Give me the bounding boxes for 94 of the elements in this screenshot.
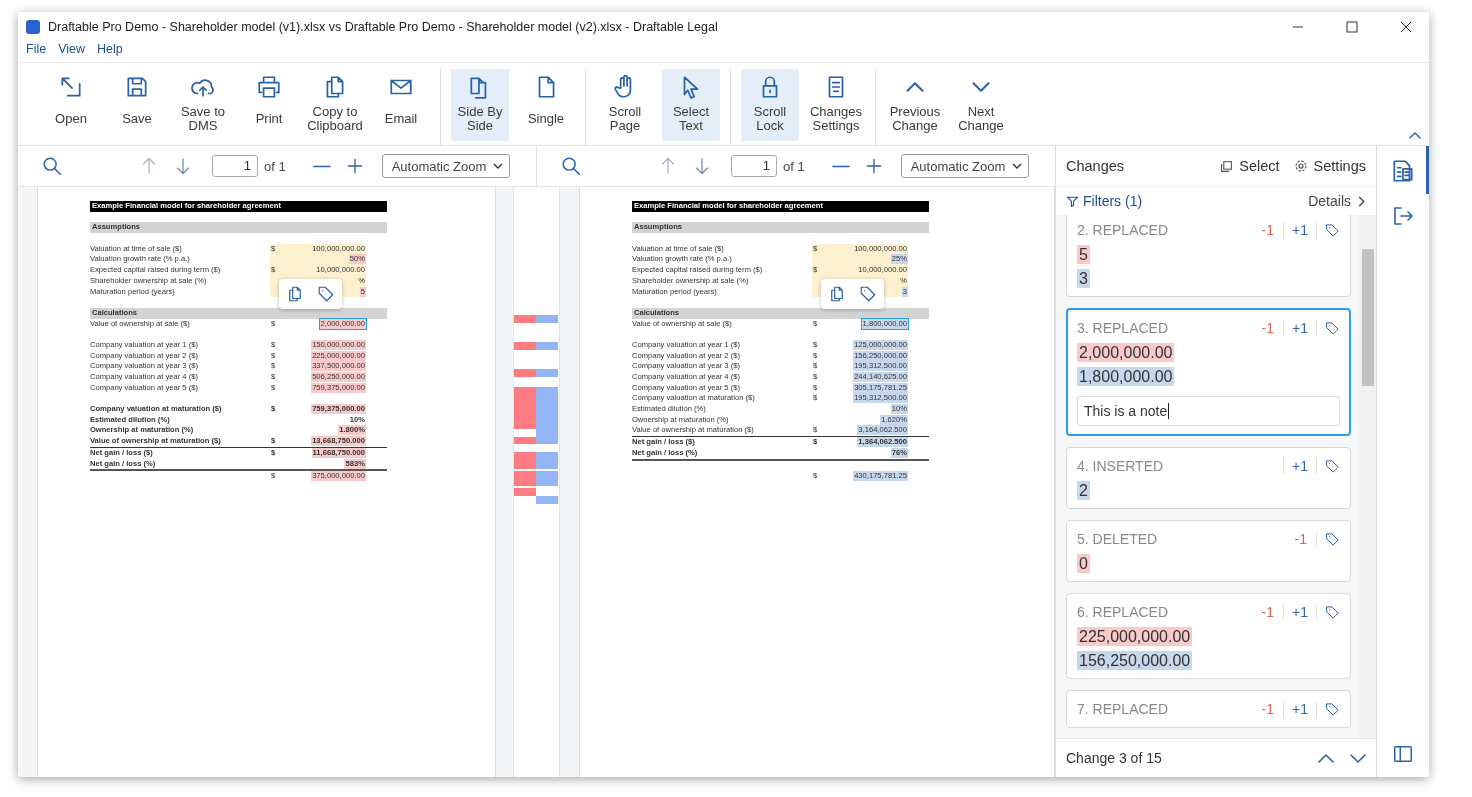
tag-icon (1325, 604, 1340, 620)
tag-icon (1325, 222, 1340, 238)
chevron-down-icon (1350, 753, 1366, 763)
toolbar-button[interactable]: Scroll Lock (741, 69, 799, 141)
chevron-right-icon (1357, 195, 1366, 207)
close-icon[interactable] (1400, 21, 1412, 33)
sidebar-icon (1392, 743, 1414, 765)
deletion-count: -1 (1260, 222, 1276, 238)
change-text: 2 (1077, 481, 1090, 500)
tag-icon (1325, 531, 1340, 547)
window-title: Draftable Pro Demo - Shareholder model (v1).xlsx vs Draftable Pro Demo - Shareholder model (v2).xlsx - Draftable Legal (48, 20, 719, 34)
insertion-count: +1 (1283, 701, 1316, 717)
change-text: 2,000,000.00 (1077, 343, 1175, 362)
zoom-dropdown[interactable]: Automatic Zoom (900, 154, 1029, 178)
deletion-count: -1 (1260, 320, 1276, 336)
change-title: 2. REPLACED (1077, 222, 1170, 238)
settings-icon (1293, 159, 1308, 173)
change-text: 1,800,000.00 (1077, 367, 1175, 386)
caret-icon (492, 161, 503, 171)
insertion-count: +1 (1283, 458, 1316, 474)
open-icon (58, 74, 84, 100)
change-list-icon (1390, 158, 1416, 184)
tag-icon (1325, 320, 1340, 336)
change-card[interactable]: 3. REPLACED -1 +1 2,000,000.00 1,800,000.00 This is a note (1066, 308, 1351, 436)
panel-title: Changes (1066, 158, 1126, 174)
change-title: 4. INSERTED (1077, 458, 1165, 474)
chevron-up-icon (1318, 753, 1334, 763)
app-logo-icon (26, 20, 40, 34)
tag-icon (1325, 701, 1340, 717)
maximize-icon[interactable] (1346, 21, 1358, 33)
toolbar-button[interactable]: Next Change (952, 69, 1010, 141)
toolbar-button[interactable]: Single (517, 69, 575, 141)
settings-button[interactable]: Settings (1293, 158, 1366, 174)
deletion-count: -1 (1260, 604, 1276, 620)
zoom-dropdown[interactable]: Automatic Zoom (381, 154, 510, 178)
toolbar-button[interactable]: Copy to Clipboard (306, 69, 364, 141)
change-title: 5. DELETED (1077, 531, 1159, 547)
chevron-up-icon (906, 82, 924, 92)
menu-item[interactable]: View (52, 42, 92, 62)
change-card[interactable]: 4. INSERTED +1 2 (1066, 447, 1351, 509)
tag-icon (1325, 458, 1340, 474)
tag-icon (859, 285, 878, 303)
search-icon (41, 155, 63, 177)
filter-icon (1066, 194, 1079, 208)
page-number-field[interactable]: 1 (731, 155, 777, 177)
change-title: 7. REPLACED (1077, 701, 1170, 717)
toolbar-button[interactable]: Print (240, 69, 298, 141)
toolbar-button[interactable]: Select Text (662, 69, 720, 141)
toolbar-button[interactable]: Save to DMS (174, 69, 232, 141)
chevron-down-icon (972, 82, 990, 92)
note-field[interactable]: This is a note (1077, 396, 1340, 426)
change-card[interactable]: 2. REPLACED -1 +1 5 3 (1066, 215, 1351, 297)
insertion-count: +1 (1283, 222, 1316, 238)
tag-icon (317, 285, 336, 303)
toolbar-button[interactable]: Previous Change (886, 69, 944, 141)
minus-icon (312, 164, 331, 168)
filters-button[interactable]: Filters (1) (1066, 193, 1309, 209)
toolbar-button[interactable]: Side By Side (451, 69, 509, 141)
minus-icon (831, 164, 850, 168)
toolbar-button[interactable]: Email (372, 69, 430, 141)
change-text: 0 (1077, 554, 1090, 573)
caret-icon (1011, 161, 1022, 171)
insertion-count: +1 (1283, 320, 1316, 336)
change-text: 5 (1077, 245, 1090, 264)
deletion-count: -1 (1293, 531, 1308, 547)
toolbar-button[interactable]: Open (42, 69, 100, 141)
print-icon (256, 74, 282, 100)
page-number-field[interactable]: 1 (212, 155, 258, 177)
change-counter: Change 3 of 15 (1066, 750, 1163, 766)
details-link[interactable]: Details (1308, 193, 1366, 209)
search-icon (560, 155, 582, 177)
insertion-count: +1 (1283, 604, 1316, 620)
change-text: 3 (1077, 269, 1090, 288)
change-text: 225,000,000.00 (1077, 627, 1193, 646)
toolbar-button[interactable]: Save (108, 69, 166, 141)
save-icon (124, 74, 150, 100)
chevron-up-icon (1409, 132, 1421, 139)
toolbar-button[interactable]: Scroll Page (596, 69, 654, 141)
select-icon (1220, 159, 1234, 173)
change-card[interactable]: 7. REPLACED -1 +1 (1066, 690, 1351, 728)
change-card[interactable]: 5. DELETED -1 0 (1066, 520, 1351, 582)
scrollbar-thumb[interactable] (1361, 249, 1374, 386)
menu-item[interactable]: Help (91, 42, 129, 62)
toolbar-button[interactable]: Changes Settings (807, 69, 865, 141)
page-count: of 1 (264, 158, 286, 174)
menu-item[interactable]: File (20, 42, 53, 62)
change-title: 6. REPLACED (1077, 604, 1170, 620)
select-button[interactable]: Select (1220, 158, 1280, 174)
change-card[interactable]: 6. REPLACED -1 +1 225,000,000.00 156,250,000.00 (1066, 593, 1351, 679)
deletion-count: -1 (1260, 701, 1276, 717)
change-title: 3. REPLACED (1077, 320, 1170, 336)
change-text: 156,250,000.00 (1077, 651, 1193, 670)
page-count: of 1 (783, 158, 805, 174)
exit-icon (1391, 204, 1415, 228)
